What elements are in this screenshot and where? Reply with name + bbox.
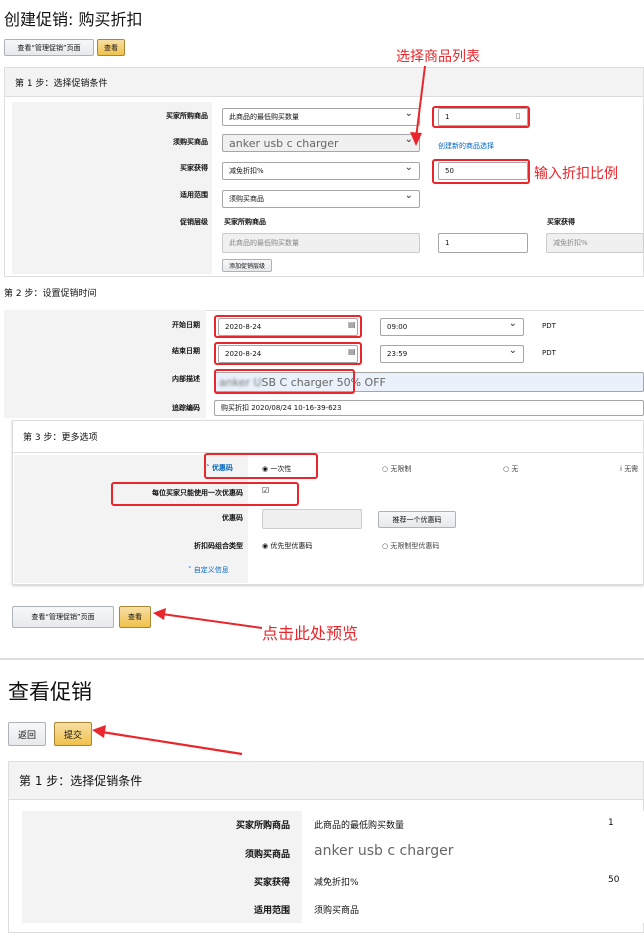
radio-icon: ○ — [382, 542, 389, 550]
step1-label-column — [12, 102, 212, 274]
radio-selected-icon: ◉ — [262, 542, 269, 550]
review-row-label: 买家所购商品 — [235, 821, 290, 831]
chevron-down-icon: ˅ — [188, 566, 192, 574]
internal-desc-input[interactable]: anker U SB C charger 50% OFF — [214, 372, 644, 392]
review-row-value: anker usb c charger — [314, 843, 454, 859]
review-row-label: 适用范围 — [253, 906, 290, 916]
review-row-value: 减免折扣% — [314, 878, 359, 888]
review-row-label: 须购买商品 — [244, 850, 290, 860]
tier-col-buy: 买家所购商品 — [224, 218, 266, 226]
review-step1-heading: 第 1 步：选择促销条件 — [9, 762, 643, 800]
coupon-code-input[interactable] — [262, 509, 362, 529]
add-tier-button[interactable]: 添加促销层级 — [222, 259, 272, 272]
view-button[interactable]: 查看 — [97, 39, 125, 56]
purchase-item-label: 须购买商品 — [173, 138, 208, 146]
annotation-click-preview: 点击此处预览 — [262, 624, 359, 643]
internal-desc-label: 内部描述 — [172, 375, 200, 383]
arrow-to-select-icon — [410, 65, 426, 146]
radio-unlimited[interactable]: ○ 无限制 — [382, 464, 411, 474]
tier-col-gets: 买家获得 — [547, 218, 575, 226]
radio-none-label: 无 — [511, 465, 519, 473]
applies-to-select[interactable]: 须购买商品 — [222, 190, 420, 208]
blurred-text: anker U — [219, 375, 262, 389]
info-note: i 无需 — [620, 464, 638, 474]
tier-gets-field: 减免折扣% — [546, 233, 644, 253]
buyer-gets-select[interactable]: 减免折扣% — [222, 162, 420, 180]
coupon-toggle[interactable]: ˄ 优惠码 — [206, 463, 233, 473]
buyer-buys-label: 买家所购商品 — [166, 112, 208, 120]
start-date-input[interactable]: 2020-8-24 — [218, 318, 358, 336]
custom-info-label: 自定义信息 — [193, 566, 229, 574]
radio-unlimited-combo-label: 无限制型优惠码 — [390, 542, 440, 550]
buyer-buys-select[interactable]: 此商品的最低购买数量 — [222, 108, 420, 126]
start-time-select[interactable]: 09:00 — [380, 318, 524, 336]
view-button-bottom[interactable]: 查看 — [119, 606, 151, 628]
start-date-label: 开始日期 — [172, 321, 200, 329]
manage-promotions-button[interactable]: 查看“管理促销”页面 — [4, 39, 94, 56]
radio-icon: ○ — [503, 465, 510, 473]
review-row-value: 此商品的最低购买数量 — [314, 821, 405, 831]
coupon-code-label: 优惠码 — [222, 514, 243, 522]
radio-selected-icon: ◉ — [262, 465, 269, 473]
step3-heading: 第 3 步：更多选项 — [13, 421, 643, 453]
review-title: 查看促销 — [8, 680, 92, 704]
info-text: 无需 — [624, 465, 639, 473]
review-row-value: 须购买商品 — [314, 906, 360, 916]
radio-icon: ○ — [382, 465, 389, 473]
tracking-label: 追踪编码 — [172, 404, 200, 412]
review-row-extra: 50 — [608, 875, 620, 885]
coupon-label: 优惠码 — [211, 464, 233, 472]
stepper-icon[interactable]: ▯ — [516, 111, 520, 120]
submit-button[interactable]: 提交 — [54, 722, 92, 746]
arrow-to-submit-icon — [92, 725, 243, 756]
tiers-label: 促销层级 — [180, 218, 208, 226]
purchase-item-select[interactable]: anker usb c charger — [222, 134, 420, 152]
calendar-icon[interactable]: ▤ — [348, 347, 356, 356]
review-row-extra: 1 — [608, 818, 614, 828]
radio-unlimited-combo[interactable]: ○ 无限制型优惠码 — [382, 541, 439, 551]
end-date-input[interactable]: 2020-8-24 — [218, 345, 358, 363]
applies-to-label: 适用范围 — [180, 191, 208, 199]
back-button[interactable]: 返回 — [8, 722, 46, 746]
page-title: 创建促销: 购买折扣 — [4, 10, 143, 29]
quantity-input[interactable]: 1 — [438, 108, 528, 126]
step1-heading: 第 1 步：选择促销条件 — [5, 68, 643, 97]
percent-input[interactable]: 50 — [438, 162, 528, 180]
once-per-buyer-checkbox[interactable]: ☑ — [262, 486, 269, 495]
radio-once[interactable]: ◉ 一次性 — [262, 464, 291, 474]
info-icon: i — [620, 465, 622, 473]
buyer-gets-label: 买家获得 — [180, 164, 208, 172]
timezone-label: PDT — [542, 349, 556, 357]
suggest-code-button[interactable]: 推荐一个优惠码 — [378, 511, 456, 528]
end-time-select[interactable]: 23:59 — [380, 345, 524, 363]
tier-qty-field[interactable]: 1 — [438, 233, 528, 253]
radio-priority-label: 优先型优惠码 — [270, 542, 313, 550]
chevron-up-icon: ˄ — [206, 464, 210, 472]
create-selection-link[interactable]: 创建新的商品选择 — [438, 141, 494, 151]
radio-priority[interactable]: ◉ 优先型优惠码 — [262, 541, 312, 551]
review-row-label: 买家获得 — [253, 878, 290, 888]
custom-info-toggle[interactable]: ˅ 自定义信息 — [188, 565, 229, 575]
arrow-to-view-icon — [153, 608, 263, 629]
desc-text: SB C charger 50% OFF — [261, 375, 386, 389]
combo-type-label: 折扣码组合类型 — [194, 542, 243, 550]
radio-once-label: 一次性 — [270, 465, 292, 473]
end-date-label: 结束日期 — [172, 347, 200, 355]
divider — [0, 658, 644, 660]
tier-buy-field: 此商品的最低购买数量 — [222, 233, 420, 253]
radio-none[interactable]: ○ 无 — [503, 464, 518, 474]
timezone-label: PDT — [542, 322, 556, 330]
tracking-input[interactable]: 购买折扣 2020/08/24 10-16-39-623 — [214, 400, 644, 416]
calendar-icon[interactable]: ▤ — [348, 320, 356, 329]
step2-heading: 第 2 步：设置促销时间 — [4, 289, 97, 299]
annotation-enter-percent: 输入折扣比例 — [534, 166, 618, 182]
manage-promotions-button-bottom[interactable]: 查看“管理促销”页面 — [12, 606, 114, 628]
radio-unlimited-label: 无限制 — [390, 465, 412, 473]
once-per-buyer-label: 每位买家只能使用一次优惠码 — [152, 489, 243, 497]
